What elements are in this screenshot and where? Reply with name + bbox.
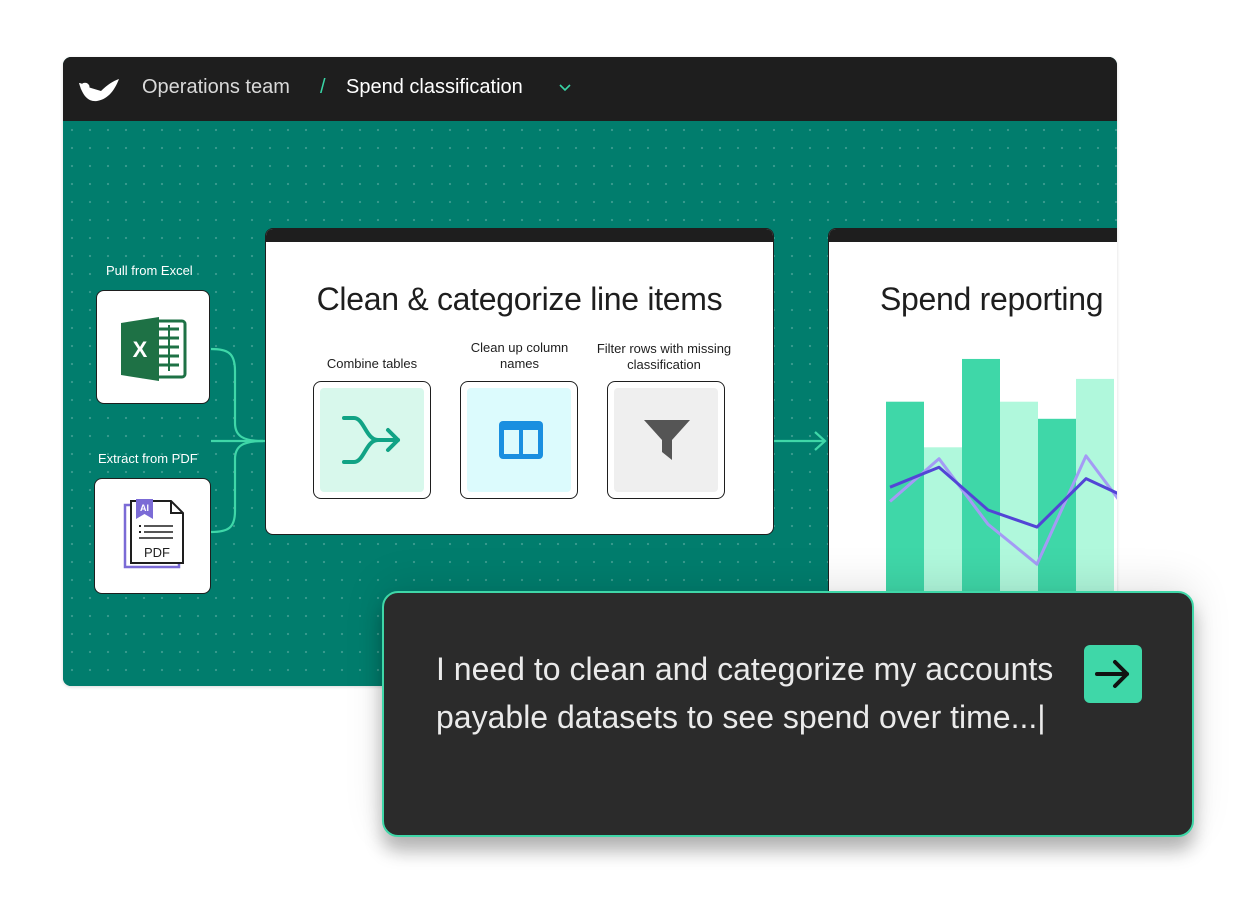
source-label-excel: Pull from Excel [106,263,193,278]
breadcrumb-separator: / [320,76,326,98]
columns-icon [499,421,543,459]
step-label-filter: Filter rows with missing classification [596,341,732,372]
pipeline-card-topbar [266,229,773,242]
filter-funnel-icon [644,420,690,460]
step-card-combine[interactable] [313,381,431,499]
excel-icon: X [121,317,187,381]
arrow-right-icon [1095,660,1129,688]
merge-icon [342,416,400,464]
source-label-pdf: Extract from PDF [98,451,198,466]
pdf-ai-badge: AI [140,503,149,513]
step-card-filter[interactable] [607,381,725,499]
pdf-label-text: PDF [144,545,170,560]
send-button[interactable] [1084,645,1142,703]
brand-logo-icon[interactable] [77,75,121,103]
svg-text:X: X [133,337,148,362]
pdf-ai-icon: AI PDF [123,499,184,569]
spend-report-card[interactable]: Spend reporting [828,228,1117,648]
step-inner-combine [320,388,424,492]
step-label-columns: Clean up column names [470,340,569,371]
chart-bar [1076,378,1114,624]
step-inner-columns [467,388,571,492]
chevron-down-icon[interactable] [558,82,572,94]
breadcrumb-current-page[interactable]: Spend classification [346,76,523,99]
breadcrumb-team[interactable]: Operations team [142,76,290,99]
spend-chart [886,358,1117,624]
source-excel-card[interactable]: X [96,290,210,404]
source-pdf-card[interactable]: AI PDF [94,478,211,594]
step-label-combine: Combine tables [326,356,418,371]
prompt-panel: I need to clean and categorize my accoun… [382,591,1194,837]
prompt-input[interactable]: I need to clean and categorize my accoun… [436,645,1056,741]
pipeline-title: Clean & categorize line items [316,281,723,317]
step-card-columns[interactable] [460,381,578,499]
step-inner-filter [614,388,718,492]
pipeline-card[interactable]: Clean & categorize line items Combine ta… [265,228,774,535]
title-bar: Operations team / Spend classification [63,57,1117,121]
